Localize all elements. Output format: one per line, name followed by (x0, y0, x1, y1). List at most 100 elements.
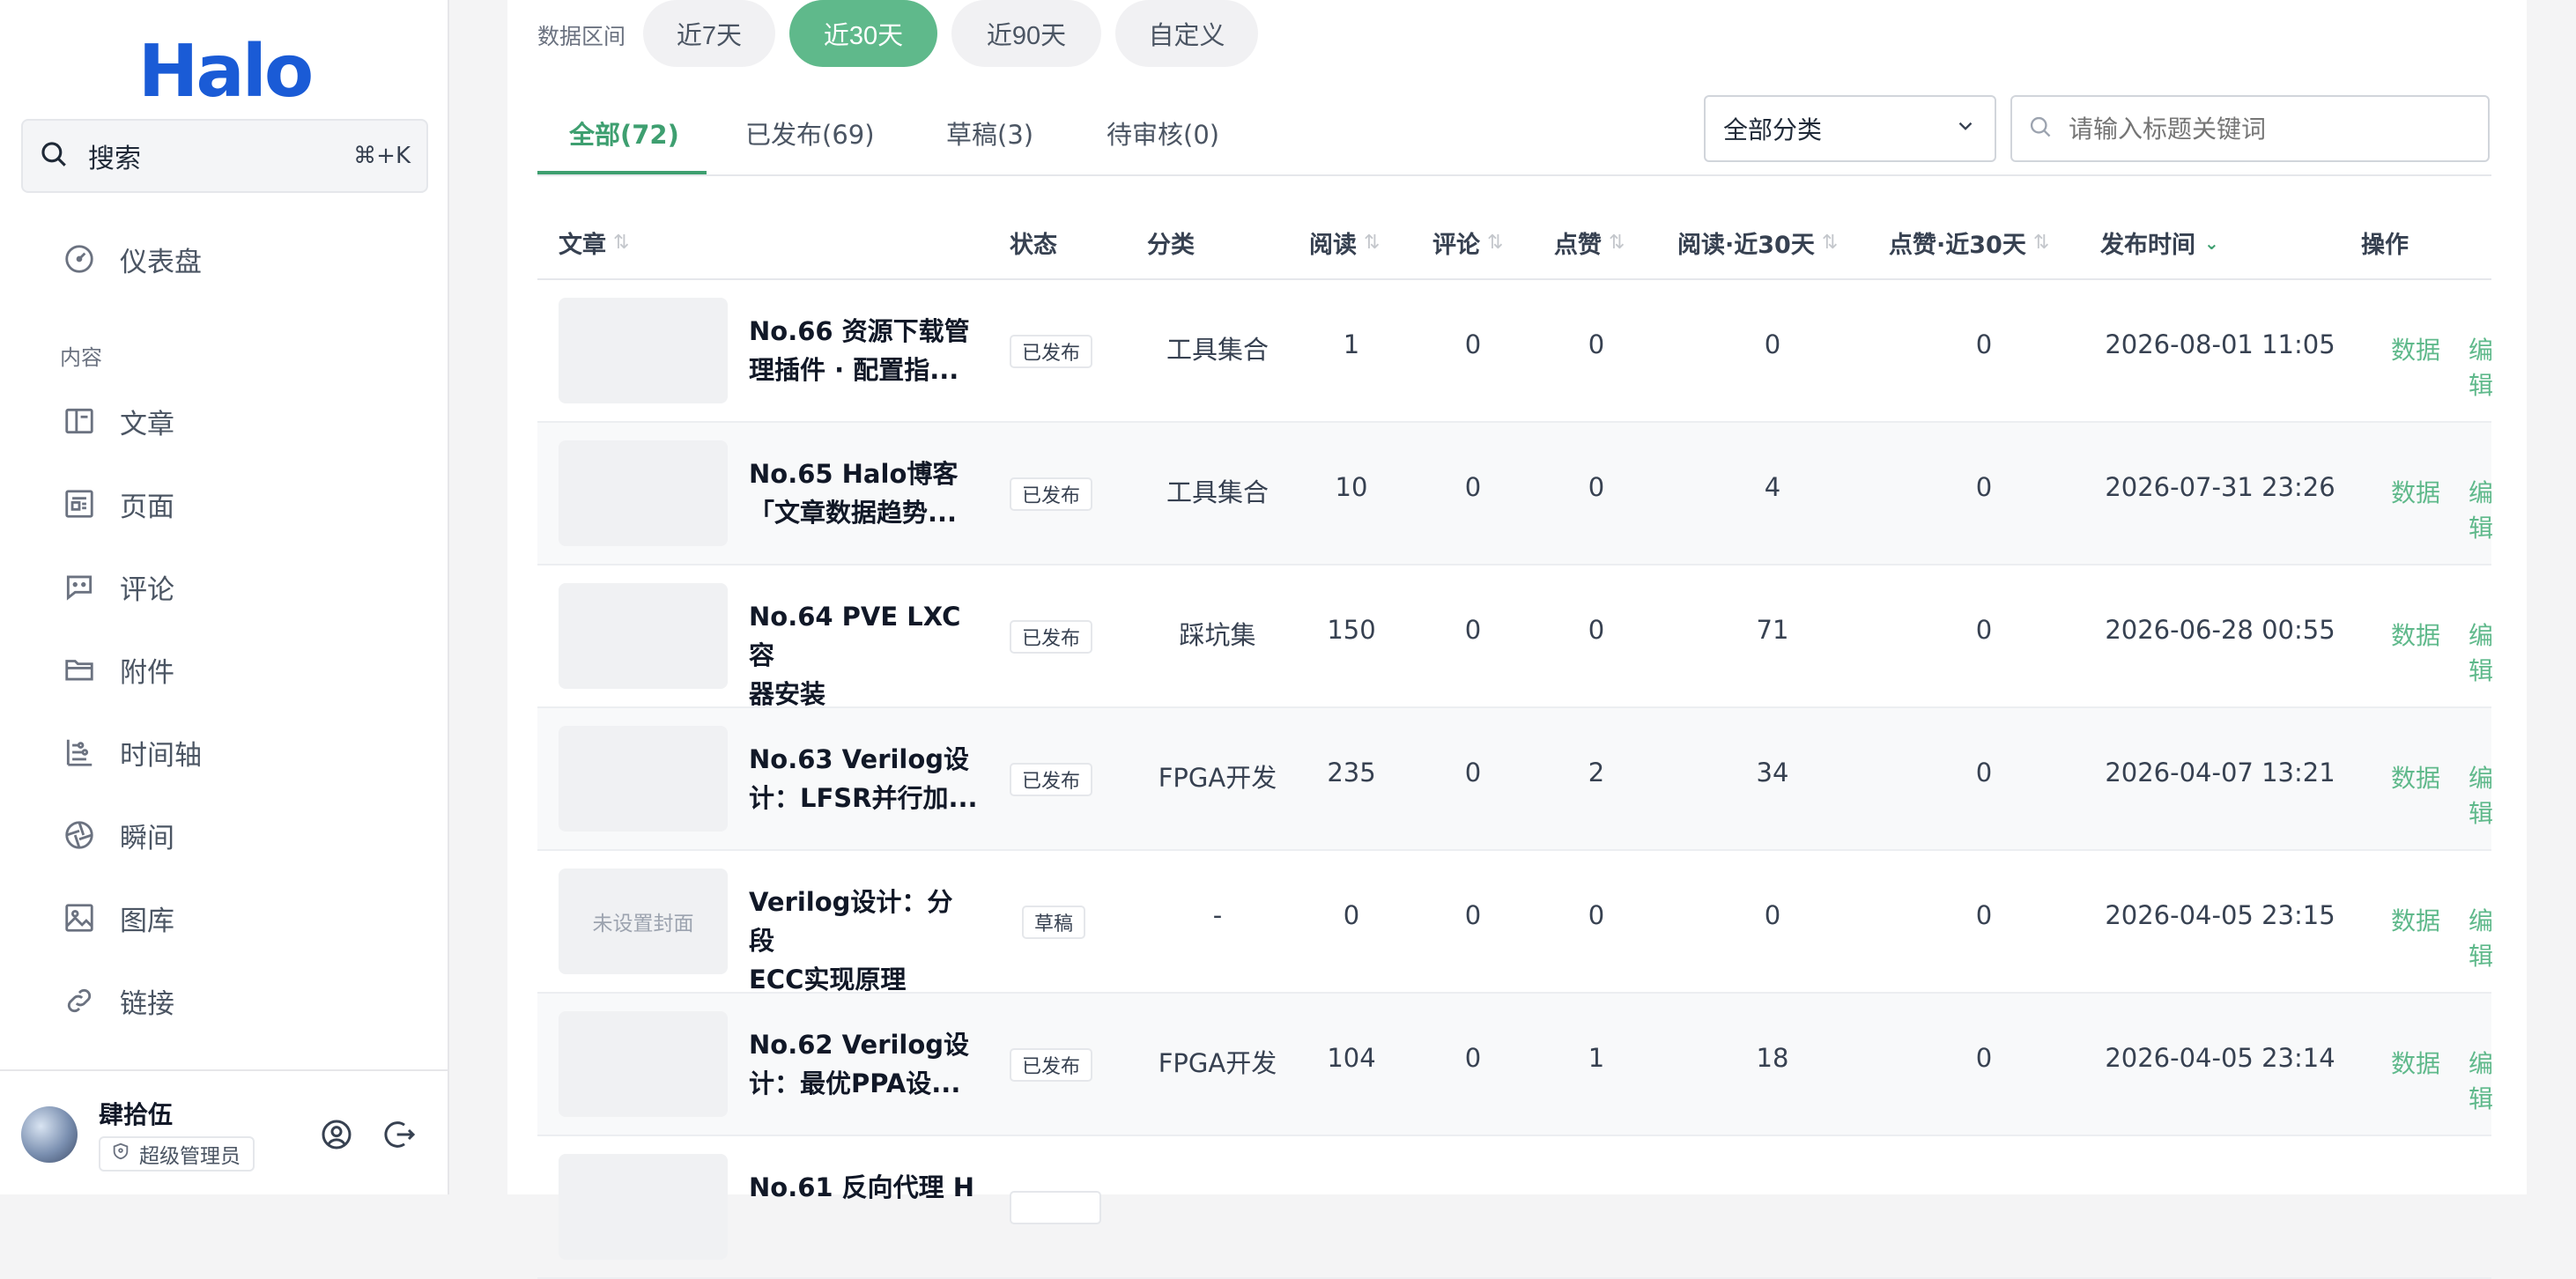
role-label: 超级管理员 (139, 1145, 241, 1168)
data-link[interactable]: 数据 (2391, 474, 2440, 509)
search-button[interactable]: 搜索 ⌘+K (21, 119, 428, 193)
post-title[interactable]: No.63 Verilog设 计：LFSR并行加... (749, 740, 978, 817)
sidebar-item-pages[interactable]: 页面 (62, 479, 174, 529)
post-likes: 1 (1588, 1043, 1605, 1073)
table-row[interactable]: No.62 Verilog设 计：最优PPA设... 已发布 FPGA开发 10… (537, 994, 2493, 1136)
post-cover: 未设置封面 (559, 869, 728, 974)
table-row[interactable]: No.64 PVE LXC容 器安装immortal... 已发布 踩坑集 15… (537, 566, 2493, 748)
data-link[interactable]: 数据 (2391, 617, 2440, 652)
sidebar-item-label: 瞬间 (120, 822, 174, 854)
col-header-likes[interactable]: 点赞 ⇅ (1554, 225, 1625, 260)
range-90d-button[interactable]: 近90天 (951, 0, 1101, 67)
sidebar-item-label: 仪表盘 (120, 246, 202, 278)
shield-icon (111, 1142, 130, 1166)
post-reads-30: 0 (1764, 329, 1781, 359)
col-header-reads-30[interactable]: 阅读·近30天 ⇅ (1677, 225, 1838, 260)
col-header-actions: 操作 (2361, 232, 2409, 259)
sort-icon: ⇅ (1487, 232, 1504, 254)
post-reads: 150 (1327, 615, 1376, 645)
data-link[interactable]: 数据 (2391, 331, 2440, 366)
post-likes-30: 0 (1975, 329, 1993, 359)
search-label: 搜索 (88, 144, 141, 174)
sidebar-item-links[interactable]: 链接 (62, 976, 174, 1025)
range-7d-button[interactable]: 近7天 (643, 0, 775, 67)
aperture-icon (62, 817, 97, 853)
keyword-search[interactable] (2010, 95, 2490, 162)
sidebar-item-timeline[interactable]: 时间轴 (62, 728, 202, 777)
sidebar-item-dashboard[interactable]: 仪表盘 (62, 234, 202, 284)
edit-link[interactable]: 编辑 (2469, 331, 2493, 402)
col-header-reads[interactable]: 阅读 ⇅ (1309, 225, 1380, 260)
table-row[interactable]: No.61 反向代理 H (537, 1136, 2491, 1279)
status-badge: 已发布 (1010, 477, 1093, 511)
status-badge: 草稿 (1022, 906, 1086, 939)
halo-logo[interactable]: Halo (0, 30, 449, 114)
post-reads-30: 4 (1764, 472, 1781, 502)
sidebar-item-gallery[interactable]: 图库 (62, 893, 174, 943)
sidebar-item-attachments[interactable]: 附件 (62, 645, 174, 694)
range-custom-button[interactable]: 自定义 (1115, 0, 1258, 67)
post-title[interactable]: No.61 反向代理 H (749, 1168, 978, 1207)
post-comments: 0 (1464, 1043, 1482, 1073)
tab-drafts[interactable]: 草稿(3) (946, 115, 1033, 152)
sidebar-item-posts[interactable]: 文章 (62, 396, 174, 446)
sidebar-item-moments[interactable]: 瞬间 (62, 810, 174, 860)
post-title[interactable]: No.66 资源下载管 理插件 · 配置指... (749, 312, 978, 389)
edit-link[interactable]: 编辑 (2469, 759, 2493, 830)
post-published-time: 2026-07-31 23:26 (2105, 472, 2335, 502)
edit-link[interactable]: 编辑 (2469, 474, 2493, 544)
table-row[interactable]: No.66 资源下载管 理插件 · 配置指... 已发布 工具集合 1 0 0 … (537, 280, 2493, 423)
post-category: 踩坑集 (1179, 620, 1256, 650)
post-reads-30: 34 (1756, 758, 1789, 787)
post-likes-30: 0 (1975, 472, 1993, 502)
col-header-article[interactable]: 文章 ⇅ (559, 225, 629, 260)
tab-all[interactable]: 全部(72) (569, 115, 679, 152)
avatar[interactable] (21, 1106, 78, 1163)
post-published-time: 2026-04-05 23:15 (2105, 900, 2335, 930)
post-comments: 0 (1464, 472, 1482, 502)
data-link[interactable]: 数据 (2391, 1045, 2440, 1080)
post-category: - (1212, 900, 1223, 930)
post-reads: 1 (1343, 329, 1360, 359)
post-cover (559, 1011, 728, 1117)
sidebar-item-label: 时间轴 (120, 739, 202, 772)
image-icon (62, 900, 97, 935)
status-badge: 已发布 (1010, 620, 1093, 654)
post-published-time: 2026-08-01 11:05 (2105, 329, 2335, 359)
data-link[interactable]: 数据 (2391, 902, 2440, 937)
chevron-down-icon (1954, 115, 1977, 144)
post-title[interactable]: No.62 Verilog设 计：最优PPA设... (749, 1025, 978, 1103)
keyword-input[interactable] (2069, 114, 2472, 144)
tab-pending[interactable]: 待审核(0) (1107, 115, 1219, 152)
data-link[interactable]: 数据 (2391, 759, 2440, 795)
post-category: FPGA开发 (1158, 763, 1277, 793)
post-likes-30: 0 (1975, 758, 1993, 787)
col-header-published[interactable]: 发布时间 ⌄ (2100, 225, 2219, 260)
section-title-content: 内容 (60, 345, 102, 370)
sidebar-item-label: 图库 (120, 905, 174, 937)
status-badge: 已发布 (1010, 763, 1093, 796)
tab-published[interactable]: 已发布(69) (745, 115, 875, 152)
post-likes: 0 (1588, 900, 1605, 930)
range-label: 数据区间 (537, 24, 626, 49)
category-select[interactable]: 全部分类 (1704, 95, 1996, 162)
table-row[interactable]: No.63 Verilog设 计：LFSR并行加... 已发布 FPGA开发 2… (537, 708, 2493, 851)
edit-link[interactable]: 编辑 (2469, 902, 2493, 972)
table-row[interactable]: 未设置封面 Verilog设计：分段 ECC实现原理 草稿 - 0 0 0 0 … (537, 851, 2493, 994)
user-profile-icon[interactable] (319, 1117, 354, 1152)
post-likes: 0 (1588, 615, 1605, 645)
post-cover (559, 726, 728, 832)
tabs-divider (537, 174, 2491, 176)
col-header-likes-30[interactable]: 点赞·近30天 ⇅ (1889, 225, 2049, 260)
col-header-comments[interactable]: 评论 ⇅ (1432, 225, 1503, 260)
edit-link[interactable]: 编辑 (2469, 617, 2493, 687)
search-icon (39, 139, 69, 173)
sort-desc-icon: ⌄ (2204, 232, 2219, 254)
sidebar-item-comments[interactable]: 评论 (62, 562, 174, 611)
table-row[interactable]: No.65 Halo博客 「文章数据趋势... 已发布 工具集合 10 0 0 … (537, 423, 2493, 566)
range-30d-button[interactable]: 近30天 (789, 0, 937, 67)
post-title[interactable]: No.65 Halo博客 「文章数据趋势... (749, 455, 978, 532)
edit-link[interactable]: 编辑 (2469, 1045, 2493, 1115)
post-title[interactable]: Verilog设计：分段 ECC实现原理 (749, 883, 978, 999)
logout-icon[interactable] (382, 1117, 418, 1152)
